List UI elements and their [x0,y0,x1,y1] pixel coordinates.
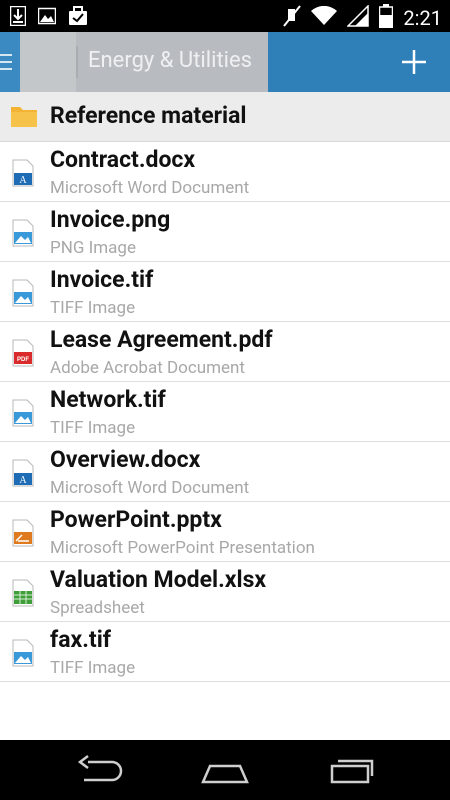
file-name: PowerPoint.pptx [50,506,222,533]
folder-icon [10,104,38,132]
word-icon: A [12,459,34,487]
file-row[interactable]: Invoice.tif TIFF Image [0,262,450,322]
file-row[interactable]: PDF Lease Agreement.pdf Adobe Acrobat Do… [0,322,450,382]
word-icon: A [12,159,34,187]
signal-icon [346,4,370,31]
image-icon [37,6,57,30]
file-name: Network.tif [50,386,166,413]
file-name: Overview.docx [50,446,201,473]
file-name: Contract.docx [50,146,196,173]
file-row[interactable]: PowerPoint.pptx Microsoft PowerPoint Pre… [0,502,450,562]
file-type: TIFF Image [50,298,136,318]
file-row[interactable]: fax.tif TIFF Image [0,622,450,682]
file-row[interactable]: A Overview.docx Microsoft Word Document [0,442,450,502]
recent-apps-button[interactable] [328,754,378,786]
home-button[interactable] [200,754,250,786]
file-type: Microsoft Word Document [50,178,250,198]
file-name: Invoice.png [50,206,171,233]
file-name: Valuation Model.xlsx [50,566,267,593]
file-name: Lease Agreement.pdf [50,326,273,353]
recent-apps-icon [328,759,378,790]
back-button[interactable] [76,754,126,786]
file-type: PNG Image [50,238,136,258]
file-type: Microsoft PowerPoint Presentation [50,538,315,558]
folder-name: Reference material [50,102,247,129]
spreadsheet-icon [12,579,34,607]
file-type: Microsoft Word Document [50,478,250,498]
folder-row[interactable]: Reference material [0,92,450,142]
image-file-icon [12,399,34,427]
file-type: Spreadsheet [50,598,145,618]
file-row[interactable]: A Contract.docx Microsoft Word Document [0,142,450,202]
title-area[interactable]: Energy & Utilities [20,32,268,92]
back-icon [76,755,126,790]
svg-text:PDF: PDF [17,357,29,363]
navigation-bar [0,740,450,800]
add-button[interactable] [400,48,428,76]
svg-text:A: A [19,475,27,486]
briefcase-check-icon [68,6,88,30]
image-file-icon [12,219,34,247]
file-type: Adobe Acrobat Document [50,358,245,378]
plus-icon [400,50,428,80]
file-name: Invoice.tif [50,266,154,293]
status-bar: 2:21 [0,0,450,32]
file-list: Reference material A Contract.docx Micro… [0,92,450,682]
svg-text:A: A [19,175,27,186]
wifi-icon [311,5,338,30]
file-name: fax.tif [50,626,112,653]
file-row[interactable]: Invoice.png PNG Image [0,202,450,262]
home-icon [200,764,250,790]
mute-icon [283,5,302,31]
menu-button[interactable] [0,32,20,92]
battery-icon [379,4,394,32]
file-type: TIFF Image [50,658,136,678]
download-icon [9,5,27,30]
file-type: TIFF Image [50,418,136,438]
powerpoint-icon [12,519,34,547]
image-file-icon [12,279,34,307]
app-title: Energy & Utilities [88,48,253,73]
pdf-icon: PDF [12,339,34,367]
file-row[interactable]: Network.tif TIFF Image [0,382,450,442]
image-file-icon [12,639,34,667]
app-bar: Energy & Utilities [0,32,450,92]
status-time: 2:21 [403,6,442,30]
file-row[interactable]: Valuation Model.xlsx Spreadsheet [0,562,450,622]
